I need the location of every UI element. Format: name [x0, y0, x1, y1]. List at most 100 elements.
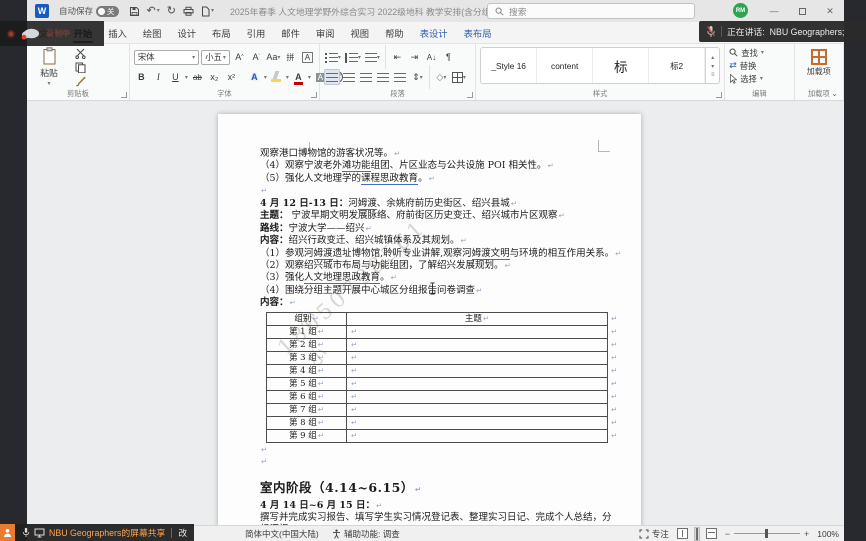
tab-审阅[interactable]: 审阅 — [308, 22, 343, 43]
align-center-button[interactable] — [342, 69, 357, 85]
style-item-4[interactable]: 标2 — [649, 48, 705, 83]
strikethrough-button[interactable]: ab — [190, 69, 205, 85]
table-cell-topic[interactable]: ↵ — [347, 403, 608, 416]
sort-button[interactable]: A↓ — [424, 49, 439, 65]
zoom-slider[interactable] — [734, 533, 800, 534]
table-cell-group[interactable]: 第 5 组↵ — [267, 377, 347, 390]
tab-帮助[interactable]: 帮助 — [377, 22, 412, 43]
subscript-button[interactable]: x₂ — [207, 69, 222, 85]
styles-gallery-scroll[interactable]: ▴▾≡ — [705, 48, 719, 83]
cut-button[interactable] — [73, 47, 88, 59]
collapse-ribbon-icon[interactable]: ⌄ — [831, 89, 838, 98]
text-effects-button[interactable]: A — [247, 69, 262, 85]
style-item-1[interactable]: _Style 16 — [481, 48, 537, 83]
numbering-button[interactable]: ▾ — [344, 49, 362, 65]
search-box[interactable]: 搜索 — [487, 3, 695, 19]
tab-插入[interactable]: 插入 — [100, 22, 135, 43]
language-status[interactable]: 简体中文(中国大陆) — [245, 526, 319, 541]
zoom-in-button[interactable]: + — [804, 529, 809, 539]
avatar[interactable]: RM — [733, 3, 748, 18]
tab-引用[interactable]: 引用 — [239, 22, 274, 43]
decrease-indent-button[interactable]: ⇤ — [390, 49, 405, 65]
superscript-button[interactable]: x² — [224, 69, 239, 85]
character-border-button[interactable]: A — [300, 49, 315, 65]
font-color-button[interactable]: A — [291, 69, 306, 85]
table-cell-group[interactable]: 第 3 组↵ — [267, 351, 347, 364]
accessibility-status[interactable]: 辅助功能: 调查 — [332, 526, 400, 541]
bold-button[interactable]: B — [134, 69, 149, 85]
minimize-button[interactable]: — — [760, 0, 788, 22]
tab-布局[interactable]: 布局 — [204, 22, 239, 43]
table-cell-topic[interactable]: ↵ — [347, 416, 608, 429]
print-layout-button[interactable] — [694, 527, 700, 541]
font-name-combo[interactable]: 宋体▾ — [134, 50, 199, 65]
table-cell-topic[interactable]: ↵ — [347, 364, 608, 377]
font-size-combo[interactable]: 小五▾ — [201, 50, 230, 65]
font-color-dropdown-icon[interactable]: ▾ — [308, 74, 311, 81]
font-dialog-launcher[interactable] — [311, 92, 317, 98]
copy-button[interactable] — [73, 61, 88, 73]
show-marks-button[interactable]: ¶ — [441, 49, 456, 65]
zoom-level[interactable]: 100% — [817, 529, 839, 539]
styles-dialog-launcher[interactable] — [716, 92, 722, 98]
zoom-out-button[interactable]: − — [725, 529, 730, 539]
redo-button[interactable]: ↻ — [167, 6, 176, 17]
table-cell-topic[interactable]: ↵ — [347, 351, 608, 364]
borders-button[interactable]: ▾ — [451, 69, 467, 85]
close-button[interactable]: ✕ — [816, 0, 844, 22]
print-button[interactable] — [183, 6, 194, 16]
table-cell-group[interactable]: 第 6 组↵ — [267, 390, 347, 403]
change-case-button[interactable]: Aa▾ — [266, 49, 281, 65]
align-right-button[interactable] — [359, 69, 374, 85]
select-button[interactable]: 选择▾ — [729, 72, 789, 85]
format-painter-button[interactable] — [73, 75, 88, 87]
participants-button[interactable] — [0, 524, 15, 541]
focus-button[interactable]: 专注 — [639, 528, 669, 540]
highlight-dropdown-icon[interactable]: ▾ — [286, 74, 289, 81]
shading-fill-button[interactable]: ◇▾ — [434, 69, 449, 85]
document-content[interactable]: 观察港口博物馆的游客状况等。↵（4）观察宁波老外滩功能组团、片区业态与公共设施 … — [260, 148, 618, 525]
shrink-font-button[interactable]: Aˇ — [249, 49, 264, 65]
tab-表设计[interactable]: 表设计 — [412, 22, 456, 43]
paste-button[interactable]: 粘贴 ▾ — [31, 47, 67, 87]
tab-视图[interactable]: 视图 — [342, 22, 377, 43]
web-layout-button[interactable] — [706, 528, 717, 539]
justify-button[interactable] — [376, 69, 391, 85]
style-item-2[interactable]: content — [537, 48, 593, 83]
clipboard-dialog-launcher[interactable] — [121, 92, 127, 98]
italic-button[interactable]: I — [151, 69, 166, 85]
table-header-cell[interactable]: 组别↵ — [267, 312, 347, 325]
share-status-pill[interactable]: NBU Geographers的屏幕共享 改 — [15, 524, 194, 541]
distribute-button[interactable] — [393, 69, 408, 85]
table-cell-topic[interactable]: ↵ — [347, 338, 608, 351]
table-cell-group[interactable]: 第 4 组↵ — [267, 364, 347, 377]
table-cell-topic[interactable]: ↵ — [347, 377, 608, 390]
table-cell-topic[interactable]: ↵ — [347, 390, 608, 403]
tab-表布局[interactable]: 表布局 — [456, 22, 500, 43]
paste-dropdown-icon[interactable]: ▾ — [47, 80, 50, 87]
zoom-slider-thumb[interactable] — [765, 529, 768, 538]
table-cell-group[interactable]: 第 1 组↵ — [267, 325, 347, 338]
multilevel-list-button[interactable]: ▾ — [364, 49, 381, 65]
tab-绘图[interactable]: 绘图 — [135, 22, 170, 43]
table-cell-topic[interactable]: ↵ — [347, 325, 608, 338]
autosave-toggle[interactable]: 自动保存 关 — [59, 5, 119, 17]
undo-button[interactable]: ↶▾ — [147, 6, 160, 17]
table-cell-group[interactable]: 第 2 组↵ — [267, 338, 347, 351]
phonetic-guide-button[interactable]: 拼 — [283, 49, 298, 65]
page[interactable]: 观察港口博物馆的游客状况等。↵（4）观察宁波老外滩功能组团、片区业态与公共设施 … — [218, 114, 641, 525]
style-item-3[interactable]: 标 — [593, 48, 649, 83]
table-cell-group[interactable]: 第 8 组↵ — [267, 416, 347, 429]
document-action-button[interactable]: ▾ — [201, 6, 214, 17]
bullets-button[interactable]: ▾ — [324, 49, 342, 65]
tab-邮件[interactable]: 邮件 — [273, 22, 308, 43]
replace-button[interactable]: ⇄ 替换 — [729, 59, 789, 72]
tab-设计[interactable]: 设计 — [169, 22, 204, 43]
word-app-icon[interactable]: W — [35, 4, 49, 18]
table-cell-group[interactable]: 第 9 组↵ — [267, 429, 347, 442]
read-mode-button[interactable] — [677, 528, 688, 539]
content-table[interactable]: 组别↵主题↵第 1 组↵↵第 2 组↵↵第 3 组↵↵第 4 组↵↵第 5 组↵… — [266, 312, 608, 443]
increase-indent-button[interactable]: ⇥ — [407, 49, 422, 65]
paragraph-dialog-launcher[interactable] — [467, 92, 473, 98]
find-button[interactable]: 查找▾ — [729, 46, 789, 59]
